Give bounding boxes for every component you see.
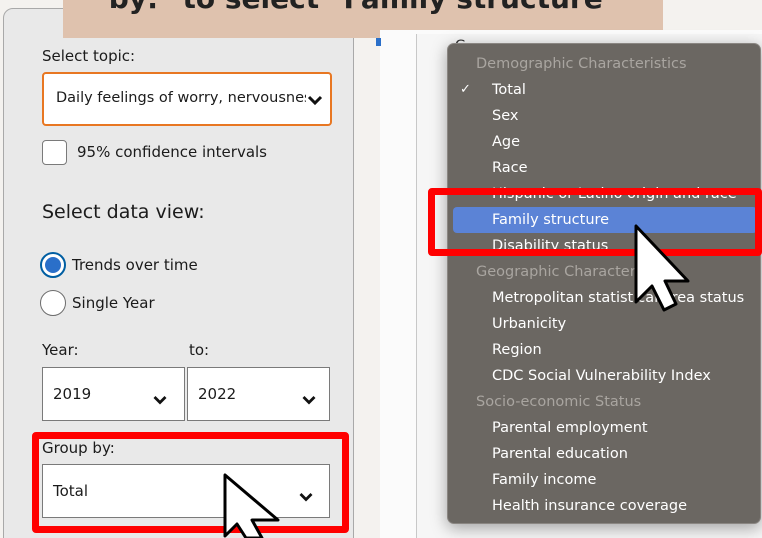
menu-item-health-insurance[interactable]: Health insurance coverage <box>448 493 760 519</box>
menu-item-urbanicity[interactable]: Urbanicity <box>448 311 760 337</box>
menu-item-region[interactable]: Region <box>448 337 760 363</box>
menu-item-total[interactable]: ✓ Total <box>448 77 760 103</box>
menu-item-cdc-svi[interactable]: CDC Social Vulnerability Index <box>448 363 760 389</box>
topic-label: Select topic: <box>42 47 136 65</box>
topic-select-value: Daily feelings of worry, nervousness <box>56 90 320 106</box>
blue-marker <box>376 38 381 46</box>
topic-select[interactable]: Daily feelings of worry, nervousness <box>42 72 332 126</box>
trends-over-time-radio[interactable] <box>40 252 66 278</box>
menu-item-race[interactable]: Race <box>448 155 760 181</box>
year-label: Year: <box>42 341 79 359</box>
data-view-heading: Select data view: <box>42 201 205 223</box>
menu-group-header: Demographic Characteristics <box>476 56 687 72</box>
checkmark-icon: ✓ <box>460 82 471 97</box>
to-label: to: <box>189 341 210 359</box>
instruction-banner-text: by:" to select "Family structure" <box>63 0 663 15</box>
family-structure-highlight-box <box>428 188 762 256</box>
chevron-down-icon <box>153 390 167 405</box>
group-by-dropdown-menu[interactable]: Demographic Characteristics ✓ Total Sex A… <box>447 43 761 524</box>
group-by-highlight-box <box>32 432 349 533</box>
year-from-select[interactable]: 2019 <box>42 367 185 421</box>
single-year-label: Single Year <box>72 294 155 312</box>
menu-item-sex[interactable]: Sex <box>448 103 760 129</box>
chevron-down-icon <box>302 390 316 405</box>
menu-item-label: Total <box>492 82 526 98</box>
menu-item-family-income[interactable]: Family income <box>448 467 760 493</box>
menu-item-age[interactable]: Age <box>448 129 760 155</box>
confidence-interval-label: 95% confidence intervals <box>77 143 267 161</box>
mouse-pointer-icon <box>634 224 690 312</box>
menu-item-parental-employment[interactable]: Parental employment <box>448 415 760 441</box>
mouse-pointer-icon <box>223 473 280 538</box>
year-from-value: 2019 <box>53 385 92 403</box>
chevron-down-icon <box>306 92 324 108</box>
year-to-select[interactable]: 2022 <box>187 367 330 421</box>
menu-item-parental-education[interactable]: Parental education <box>448 441 760 467</box>
confidence-interval-checkbox[interactable] <box>42 140 67 165</box>
menu-group-header: Geographic Characteristics <box>476 264 673 280</box>
year-to-value: 2022 <box>198 385 237 403</box>
single-year-radio[interactable] <box>40 290 66 316</box>
trends-over-time-label: Trends over time <box>72 256 198 274</box>
menu-item-metro-status[interactable]: Metropolitan statistical area status <box>448 285 760 311</box>
menu-group-header: Socio-economic Status <box>476 394 642 410</box>
